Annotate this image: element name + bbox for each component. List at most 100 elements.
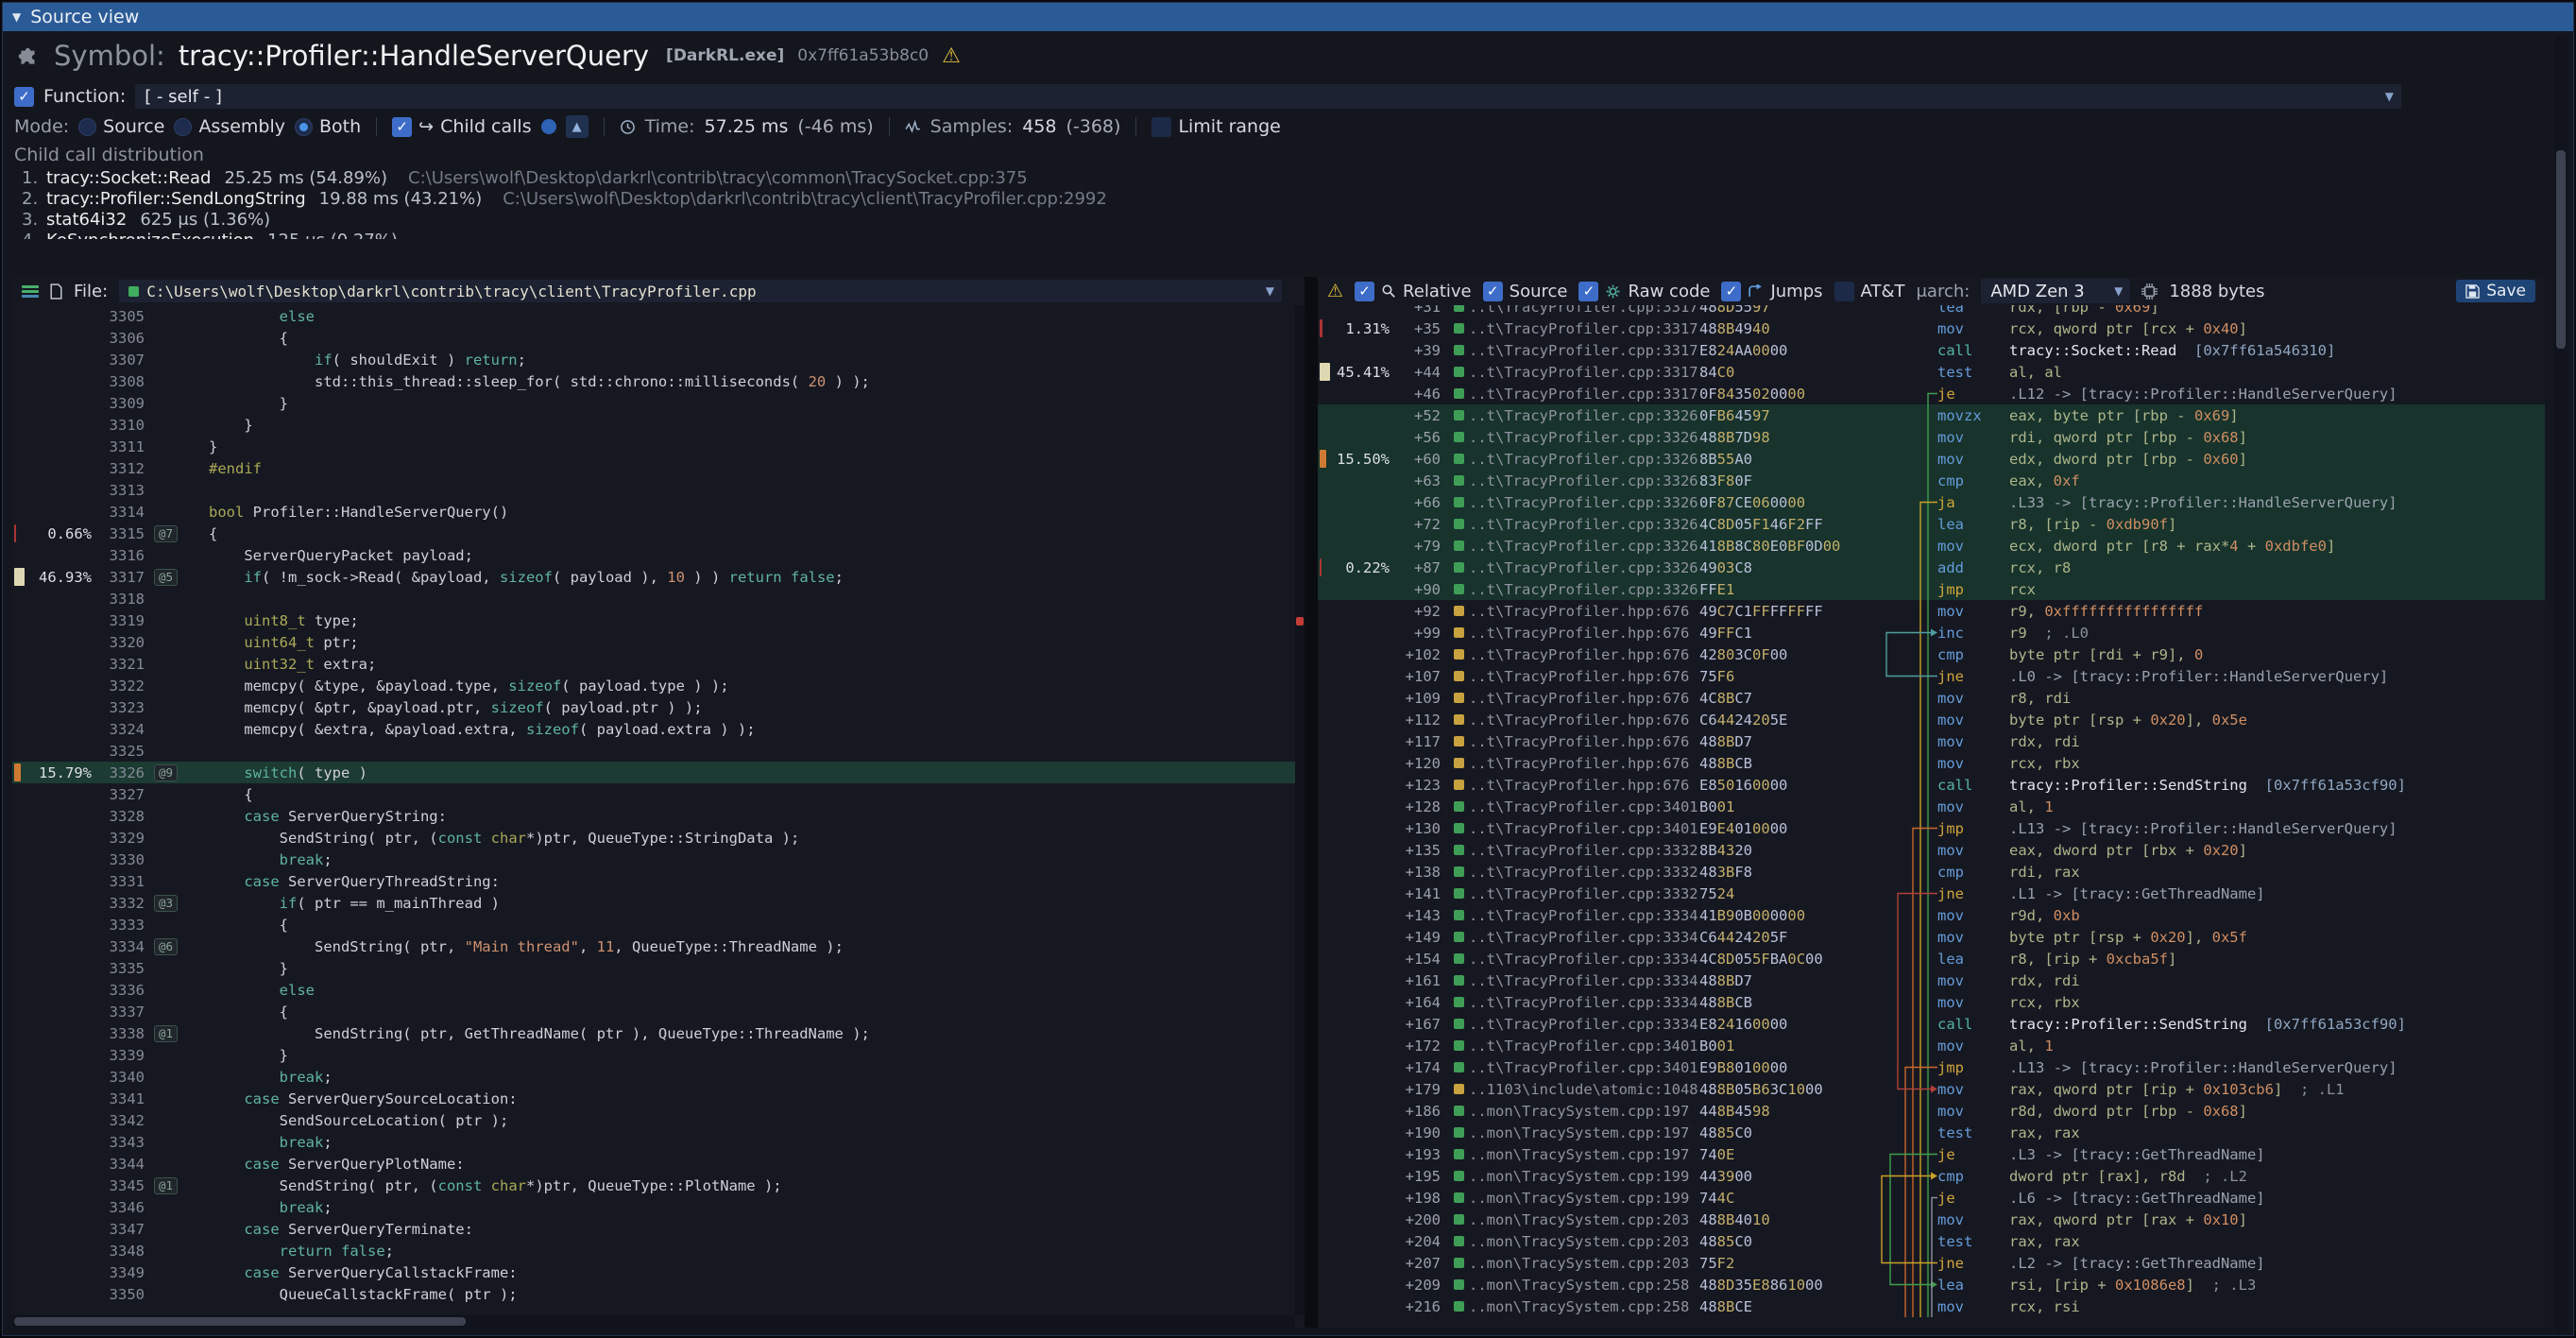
asm-row[interactable]: +209..mon\TracySystem.cpp:258488D35E8861…	[1318, 1274, 2545, 1295]
asm-location[interactable]: ..t\TracyProfiler.cpp:3326	[1469, 538, 1699, 555]
asm-location[interactable]: ..t\TracyProfiler.cpp:3317	[1469, 305, 1699, 316]
mode-radio-assembly[interactable]: Assembly	[174, 116, 285, 137]
scrollbar-thumb[interactable]	[2556, 150, 2566, 349]
asm-row[interactable]: +130..t\TracyProfiler.cpp:3401E9E4010000…	[1318, 817, 2545, 839]
asm-row[interactable]: +174..t\TracyProfiler.cpp:3401E9B8010000…	[1318, 1056, 2545, 1078]
asm-location[interactable]: ..t\TracyProfiler.cpp:3326	[1469, 407, 1699, 424]
asm-row[interactable]: +179..1103\include\atomic:1048488B05B63C…	[1318, 1078, 2545, 1100]
asm-location[interactable]: ..t\TracyProfiler.cpp:3326	[1469, 429, 1699, 446]
source-line[interactable]: 0.66%3315@7{	[12, 523, 1295, 544]
checkbox-icon[interactable]	[1721, 282, 1741, 301]
source-line[interactable]: 3328 case ServerQueryString:	[12, 805, 1295, 827]
source-line[interactable]: 3335 }	[12, 957, 1295, 979]
asm-row[interactable]: +190..mon\TracySystem.cpp:1974885C0testr…	[1318, 1122, 2545, 1143]
source-line[interactable]: 3322 memcpy( &type, &payload.type, sizeo…	[12, 675, 1295, 696]
asm-location[interactable]: ..t\TracyProfiler.cpp:3334	[1469, 929, 1699, 946]
go-to-parent-button[interactable]: ▲	[566, 115, 589, 138]
source-line[interactable]: 15.79%3326@9 switch( type )	[12, 762, 1295, 783]
asm-row[interactable]: +79..t\TracyProfiler.cpp:3326418B8C80E0B…	[1318, 535, 2545, 557]
asm-location[interactable]: ..t\TracyProfiler.cpp:3317	[1469, 342, 1699, 359]
source-line[interactable]: 3346 break;	[12, 1196, 1295, 1218]
asm-row[interactable]: +92..t\TracyProfiler.hpp:67649C7C1FFFFFF…	[1318, 600, 2545, 622]
source-checkbox[interactable]: Source	[1483, 282, 1568, 301]
asm-row[interactable]: +138..t\TracyProfiler.cpp:3332483BF8cmpr…	[1318, 861, 2545, 883]
asm-row[interactable]: +112..t\TracyProfiler.hpp:676C64424205Em…	[1318, 709, 2545, 730]
checkbox-icon[interactable]	[1483, 282, 1503, 301]
source-line[interactable]: 3313	[12, 479, 1295, 501]
window-vertical-scrollbar[interactable]	[2554, 37, 2567, 1331]
asm-location[interactable]: ..t\TracyProfiler.cpp:3326	[1469, 559, 1699, 576]
asm-row[interactable]: +128..t\TracyProfiler.cpp:3401B001moval,…	[1318, 796, 2545, 817]
asm-row[interactable]: 45.41%+44..t\TracyProfiler.cpp:331784C0t…	[1318, 361, 2545, 383]
source-line[interactable]: 3336 else	[12, 979, 1295, 1001]
source-line[interactable]: 3338@1 SendString( ptr, GetThreadName( p…	[12, 1022, 1295, 1044]
asm-location[interactable]: ..t\TracyProfiler.cpp:3334	[1469, 907, 1699, 924]
asm-row[interactable]: 0.22%+87..t\TracyProfiler.cpp:33264903C8…	[1318, 557, 2545, 578]
radio-icon[interactable]	[295, 118, 313, 136]
asm-location[interactable]: ..t\TracyProfiler.hpp:676	[1469, 712, 1699, 729]
source-line[interactable]: 3320 uint64_t ptr;	[12, 631, 1295, 653]
asm-location[interactable]: ..t\TracyProfiler.hpp:676	[1469, 755, 1699, 772]
titlebar[interactable]: ▼ Source view	[3, 3, 2573, 31]
asm-row[interactable]: 15.50%+60..t\TracyProfiler.cpp:33268B55A…	[1318, 448, 2545, 470]
asm-row[interactable]: +99..t\TracyProfiler.hpp:67649FFC1incr9 …	[1318, 622, 2545, 643]
source-line[interactable]: 46.93%3317@5 if( !m_sock->Read( &payload…	[12, 566, 1295, 588]
save-button[interactable]: Save	[2456, 280, 2535, 302]
asm-row[interactable]: +216..mon\TracySystem.cpp:258488BCEmovrc…	[1318, 1295, 2545, 1317]
source-line[interactable]: 3332@3 if( ptr == m_mainThread )	[12, 892, 1295, 914]
asm-row[interactable]: +102..t\TracyProfiler.hpp:67642803C0F00c…	[1318, 643, 2545, 665]
asm-row[interactable]: +172..t\TracyProfiler.cpp:3401B001moval,…	[1318, 1035, 2545, 1056]
asm-row[interactable]: +149..t\TracyProfiler.cpp:3334C64424205F…	[1318, 926, 2545, 948]
asm-row[interactable]: +186..mon\TracySystem.cpp:197448B4598mov…	[1318, 1100, 2545, 1122]
asm-location[interactable]: ..t\TracyProfiler.hpp:676	[1469, 733, 1699, 750]
checkbox-icon[interactable]	[392, 117, 412, 137]
asm-row[interactable]: +123..t\TracyProfiler.hpp:676E850160000c…	[1318, 774, 2545, 796]
source-line[interactable]: 3340 break;	[12, 1066, 1295, 1088]
selected-line-marker[interactable]	[1296, 617, 1304, 626]
checkbox-icon[interactable]	[1355, 282, 1374, 301]
asm-location[interactable]: ..t\TracyProfiler.cpp:3334	[1469, 1016, 1699, 1033]
asm-row[interactable]: +167..t\TracyProfiler.cpp:3334E824160000…	[1318, 1013, 2545, 1035]
source-line[interactable]: 3311}	[12, 436, 1295, 457]
source-line[interactable]: 3339 }	[12, 1044, 1295, 1066]
asm-location[interactable]: ..mon\TracySystem.cpp:203	[1469, 1255, 1699, 1272]
source-line[interactable]: 3308 std::this_thread::sleep_for( std::c…	[12, 370, 1295, 392]
asm-location[interactable]: ..mon\TracySystem.cpp:258	[1469, 1277, 1699, 1294]
source-line[interactable]: 3316 ServerQueryPacket payload;	[12, 544, 1295, 566]
asm-location[interactable]: ..mon\TracySystem.cpp:197	[1469, 1124, 1699, 1141]
source-line[interactable]: 3349 case ServerQueryCallstackFrame:	[12, 1261, 1295, 1283]
source-line[interactable]: 3345@1 SendString( ptr, (const char*)ptr…	[12, 1175, 1295, 1196]
function-checkbox[interactable]	[14, 87, 34, 107]
asm-row[interactable]: +135..t\TracyProfiler.cpp:33328B4320move…	[1318, 839, 2545, 861]
source-line[interactable]: 3312#endif	[12, 457, 1295, 479]
asm-location[interactable]: ..t\TracyProfiler.hpp:676	[1469, 603, 1699, 620]
asm-location[interactable]: ..t\TracyProfiler.cpp:3401	[1469, 798, 1699, 815]
asm-row[interactable]: +161..t\TracyProfiler.cpp:3334488BD7movr…	[1318, 969, 2545, 991]
mode-radio-both[interactable]: Both	[295, 116, 361, 137]
child-call-item[interactable]: 4.KeSynchronizeExecution125 μs (0.27%)	[14, 230, 2562, 239]
source-line[interactable]: 3321 uint32_t extra;	[12, 653, 1295, 675]
asm-row[interactable]: +141..t\TracyProfiler.cpp:33327524jne.L1…	[1318, 883, 2545, 904]
checkbox-icon[interactable]	[1152, 117, 1171, 137]
child-calls-checkbox[interactable]: ↪ Child calls	[392, 116, 531, 137]
asm-row[interactable]: +107..t\TracyProfiler.hpp:67675F6jne.L0 …	[1318, 665, 2545, 687]
asm-row[interactable]: +39..t\TracyProfiler.cpp:3317E824AA0000c…	[1318, 339, 2545, 361]
asm-location[interactable]: ..mon\TracySystem.cpp:203	[1469, 1233, 1699, 1250]
asm-location[interactable]: ..mon\TracySystem.cpp:203	[1469, 1211, 1699, 1228]
source-line[interactable]: 3333 {	[12, 914, 1295, 935]
source-line[interactable]: 3330 break;	[12, 849, 1295, 870]
checkbox-icon[interactable]	[1578, 282, 1598, 301]
source-line[interactable]: 3337 {	[12, 1001, 1295, 1022]
asm-location[interactable]: ..t\TracyProfiler.hpp:676	[1469, 625, 1699, 642]
relative-checkbox[interactable]: Relative	[1355, 282, 1472, 301]
source-line[interactable]: 3329 SendString( ptr, (const char*)ptr, …	[12, 827, 1295, 849]
asm-row[interactable]: +200..mon\TracySystem.cpp:203488B4010mov…	[1318, 1209, 2545, 1230]
asm-location[interactable]: ..t\TracyProfiler.hpp:676	[1469, 690, 1699, 707]
radio-icon[interactable]	[174, 118, 192, 136]
source-line[interactable]: 3327 {	[12, 783, 1295, 805]
asm-location[interactable]: ..t\TracyProfiler.cpp:3326	[1469, 581, 1699, 598]
asm-location[interactable]: ..mon\TracySystem.cpp:197	[1469, 1146, 1699, 1163]
asm-location[interactable]: ..t\TracyProfiler.cpp:3332	[1469, 885, 1699, 902]
checkbox-icon[interactable]	[1834, 282, 1854, 301]
asm-row[interactable]: +193..mon\TracySystem.cpp:197740Eje.L3 -…	[1318, 1143, 2545, 1165]
